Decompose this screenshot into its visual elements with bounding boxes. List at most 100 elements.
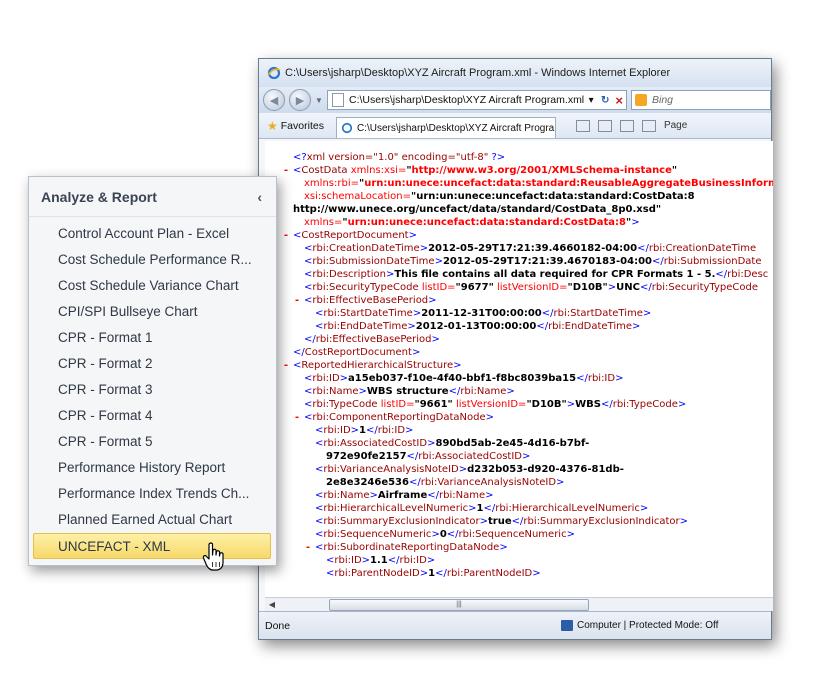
xml-line-text: 2e8e3246e536</rbi:VarianceAnalysisNoteID… [326, 477, 565, 488]
xml-line: - <CostReportDocument> [265, 229, 773, 242]
xml-line: <rbi:HierarchicalLevelNumeric>1</rbi:Hie… [265, 502, 773, 515]
xml-line-text: <rbi:SubmissionDateTime>2012-05-29T17:21… [304, 256, 762, 267]
report-item-cpr-format-5[interactable]: CPR - Format 5 [29, 429, 275, 455]
collapse-toggle[interactable]: - [283, 359, 289, 372]
xml-content: <?xml version="1.0" encoding="utf-8" ?> -… [265, 141, 773, 607]
xml-line-text: xsi:schemaLocation="urn:un:unece:uncefac… [304, 191, 695, 202]
xml-line: <rbi:SequenceNumeric>0</rbi:SequenceNume… [265, 528, 773, 541]
xml-line-text: 972e90fe2157</rbi:AssociatedCostID> [326, 451, 531, 462]
report-item-cpr-format-1[interactable]: CPR - Format 1 [29, 325, 275, 351]
xml-line-text: <CostReportDocument> [293, 230, 417, 241]
xml-line: <rbi:EndDateTime>2012-01-13T00:00:00</rb… [265, 320, 773, 333]
xml-line-text: <rbi:HierarchicalLevelNumeric>1</rbi:Hie… [315, 503, 649, 514]
xml-line-text: <rbi:Description>This file contains all … [304, 269, 769, 280]
xml-line: <rbi:Name>WBS structure</rbi:Name> [265, 385, 773, 398]
search-placeholder: Bing [652, 94, 674, 106]
report-item-cpi-spi-bullseye[interactable]: CPI/SPI Bullseye Chart [29, 299, 275, 325]
xml-line: <rbi:VarianceAnalysisNoteID>d232b053-d92… [265, 463, 773, 476]
refresh-icon[interactable]: ↻ [598, 95, 612, 106]
xml-line-text: <rbi:Name>WBS structure</rbi:Name> [304, 386, 515, 397]
xml-line-text: <rbi:ID>1.1</rbi:ID> [326, 555, 436, 566]
xml-line: <?xml version="1.0" encoding="utf-8" ?> [265, 151, 773, 164]
window-titlebar[interactable]: C:\Users\jsharp\Desktop\XYZ Aircraft Pro… [259, 59, 771, 87]
collapse-toggle[interactable]: - [294, 411, 300, 424]
xml-line: http://www.unece.org/uncefact/data/stand… [265, 203, 773, 216]
favorites-star-icon[interactable]: ★ [267, 119, 278, 133]
xml-line: xmlns:rbi="urn:un:unece:uncefact:data:st… [265, 177, 773, 190]
xml-line: - <CostData xmlns:xsi="http://www.w3.org/… [265, 164, 773, 177]
xml-line-text: <rbi:EndDateTime>2012-01-13T00:00:00</rb… [315, 321, 641, 332]
history-dropdown-icon[interactable]: ▼ [315, 96, 323, 105]
xml-line-text: </rbi:EffectiveBasePeriod> [304, 334, 440, 345]
report-item-cpr-format-4[interactable]: CPR - Format 4 [29, 403, 275, 429]
scrollbar-thumb[interactable]: ||| [329, 598, 589, 611]
xml-line-text: <rbi:TypeCode listID="9661" listVersionI… [304, 399, 687, 410]
page-icon [332, 93, 344, 107]
xml-line-text: <?xml version="1.0" encoding="utf-8" ?> [293, 152, 506, 163]
analyze-report-panel: Analyze & Report ‹ Control Account Plan … [28, 176, 277, 566]
address-text[interactable]: C:\Users\jsharp\Desktop\XYZ Aircraft Pro… [349, 94, 584, 106]
stop-icon[interactable]: × [612, 93, 626, 108]
xml-line: </CostReportDocument> [265, 346, 773, 359]
forward-button[interactable]: ▶ [289, 89, 311, 111]
xml-line-text: <rbi:VarianceAnalysisNoteID>d232b053-d92… [315, 464, 624, 475]
favorites-bar: ★ Favorites C:\Users\jsharp\Desktop\XYZ … [259, 113, 771, 139]
home-icon[interactable] [575, 119, 590, 132]
panel-header[interactable]: Analyze & Report ‹ [29, 177, 276, 217]
report-item-performance-index-trends[interactable]: Performance Index Trends Ch... [29, 481, 275, 507]
scroll-left-icon[interactable]: ◀ [265, 598, 279, 612]
xml-line: <rbi:StartDateTime>2011-12-31T00:00:00</… [265, 307, 773, 320]
horizontal-scrollbar[interactable]: ◀ ||| [265, 597, 773, 611]
feeds-icon[interactable] [597, 119, 612, 132]
report-item-uncefact-xml[interactable]: UNCEFACT - XML [33, 533, 271, 559]
xml-line: 2e8e3246e536</rbi:VarianceAnalysisNoteID… [265, 476, 773, 489]
xml-line-text: <CostData xmlns:xsi="http://www.w3.org/2… [293, 165, 678, 176]
xml-line-text: xmlns="urn:un:unece:uncefact:data:standa… [304, 217, 640, 228]
xml-line-text: <rbi:SecurityTypeCode listID="9677" list… [304, 282, 758, 293]
xml-line-text: http://www.unece.org/uncefact/data/stand… [293, 204, 662, 215]
address-bar[interactable]: C:\Users\jsharp\Desktop\XYZ Aircraft Pro… [327, 90, 627, 110]
collapse-chevron-icon[interactable]: ‹ [257, 189, 262, 205]
report-item-cost-schedule-variance[interactable]: Cost Schedule Variance Chart [29, 273, 275, 299]
status-bar: Done Computer | Protected Mode: Off [259, 611, 771, 639]
xml-line: <rbi:CreationDateTime>2012-05-29T17:21:3… [265, 242, 773, 255]
ie-logo-icon [267, 66, 281, 80]
xml-line: <rbi:SummaryExclusionIndicator>true</rbi… [265, 515, 773, 528]
report-list: Control Account Plan - Excel Cost Schedu… [29, 217, 276, 559]
computer-icon [561, 620, 573, 631]
collapse-toggle[interactable]: - [305, 541, 311, 554]
xml-line: <rbi:ID>1.1</rbi:ID> [265, 554, 773, 567]
bing-icon [635, 94, 647, 106]
xml-line: <rbi:ID>a15eb037-f10e-4f40-bbf1-f8bc8039… [265, 372, 773, 385]
report-item-cpr-format-3[interactable]: CPR - Format 3 [29, 377, 275, 403]
xml-line-text: <ReportedHierarchicalStructure> [293, 360, 462, 371]
security-zone[interactable]: Computer | Protected Mode: Off [561, 620, 718, 631]
xml-line: <rbi:ID>1</rbi:ID> [265, 424, 773, 437]
xml-line: xmlns="urn:un:unece:uncefact:data:standa… [265, 216, 773, 229]
report-item-performance-history[interactable]: Performance History Report [29, 455, 275, 481]
report-item-planned-earned-actual[interactable]: Planned Earned Actual Chart [29, 507, 275, 533]
xml-line: <rbi:TypeCode listID="9661" listVersionI… [265, 398, 773, 411]
collapse-toggle[interactable]: - [294, 294, 300, 307]
xml-line-text: <rbi:EffectiveBasePeriod> [304, 295, 437, 306]
xml-line-text: <rbi:StartDateTime>2011-12-31T00:00:00</… [315, 308, 652, 319]
back-button[interactable]: ◀ [263, 89, 285, 111]
favorites-button[interactable]: Favorites [281, 120, 324, 132]
search-input[interactable]: Bing [631, 90, 771, 110]
tab-current[interactable]: C:\Users\jsharp\Desktop\XYZ Aircraft Pro… [335, 116, 556, 138]
status-text: Done [265, 619, 291, 632]
report-item-control-account-plan[interactable]: Control Account Plan - Excel [29, 221, 275, 247]
browser-window: C:\Users\jsharp\Desktop\XYZ Aircraft Pro… [258, 58, 773, 640]
xml-line: - <rbi:EffectiveBasePeriod> [265, 294, 773, 307]
collapse-toggle[interactable]: - [283, 164, 289, 177]
report-item-cpr-format-2[interactable]: CPR - Format 2 [29, 351, 275, 377]
panel-title: Analyze & Report [41, 188, 157, 205]
collapse-toggle[interactable]: - [283, 229, 289, 242]
report-item-cost-schedule-performance[interactable]: Cost Schedule Performance R... [29, 247, 275, 273]
mail-icon[interactable] [619, 119, 634, 132]
xml-line-text: <rbi:SubordinateReportingDataNode> [315, 542, 508, 553]
print-icon[interactable] [641, 119, 656, 132]
xml-line-text: <rbi:ID>a15eb037-f10e-4f40-bbf1-f8bc8039… [304, 373, 624, 384]
page-menu[interactable]: Page [664, 120, 687, 131]
address-dropdown-icon[interactable]: ▾ [584, 95, 598, 106]
